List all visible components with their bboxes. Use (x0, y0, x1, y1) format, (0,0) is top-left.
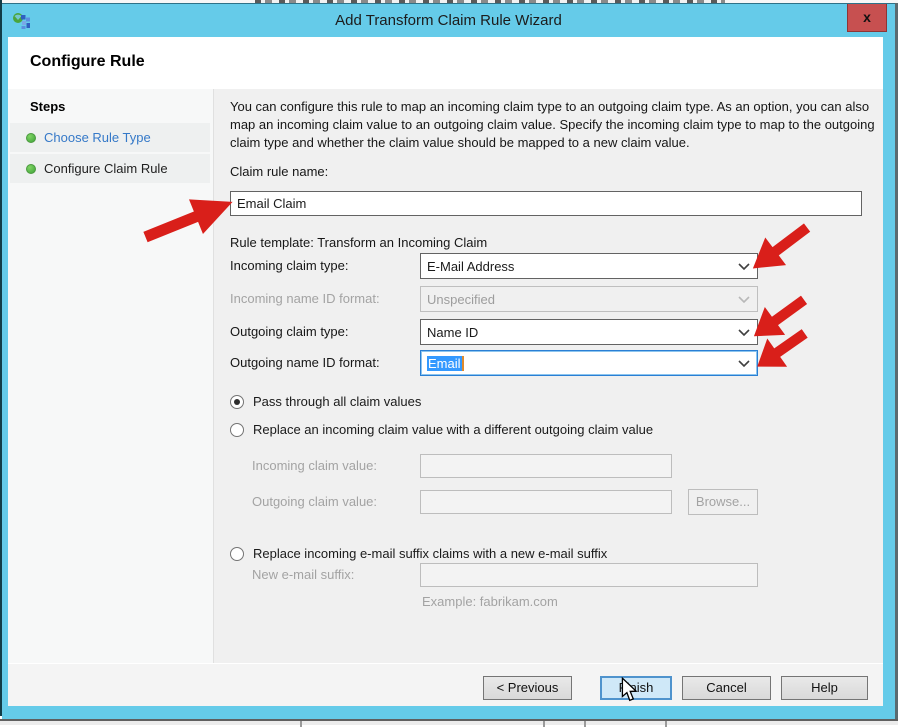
page-title: Configure Rule (30, 53, 145, 71)
incoming-claim-type-label: Incoming claim type: (230, 253, 349, 279)
background-column-line (543, 721, 545, 727)
outgoing-claim-type-label: Outgoing claim type: (230, 319, 349, 345)
radio-label: Pass through all claim values (253, 394, 421, 409)
new-email-suffix-input (420, 563, 758, 587)
wizard-footer: < Previous Finish Cancel Help (8, 663, 883, 706)
chevron-down-icon (738, 360, 750, 368)
radio-button-icon (230, 423, 244, 437)
new-email-suffix-label: New e-mail suffix: (252, 562, 354, 588)
radio-button-icon (230, 547, 244, 561)
sidebar-item-configure-claim-rule: Configure Claim Rule (10, 154, 210, 183)
claim-rule-name-label: Claim rule name: (230, 159, 328, 185)
outgoing-claim-type-combobox[interactable]: Name ID (420, 319, 758, 345)
dialog-border-bottom (2, 706, 895, 719)
radio-replace-email-suffix[interactable]: Replace incoming e-mail suffix claims wi… (230, 546, 607, 561)
radio-pass-through-all-claim-values[interactable]: Pass through all claim values (230, 394, 421, 409)
incoming-claim-value-label: Incoming claim value: (252, 453, 377, 479)
finish-button[interactable]: Finish (600, 676, 672, 700)
window-title: Add Transform Claim Rule Wizard (2, 12, 895, 29)
steps-sidebar: Steps Choose Rule Type Configure Claim R… (8, 89, 214, 663)
steps-heading: Steps (30, 99, 65, 114)
incoming-name-id-format-combobox: Unspecified (420, 286, 758, 312)
dialog-border-right (883, 37, 895, 706)
text-caret (462, 356, 464, 371)
radio-button-icon (230, 395, 244, 409)
chevron-down-icon (738, 329, 750, 337)
claim-rule-name-input[interactable] (230, 191, 862, 216)
previous-button[interactable]: < Previous (483, 676, 572, 700)
incoming-name-id-format-label: Incoming name ID format: (230, 286, 380, 312)
background-column-line (665, 721, 667, 727)
configure-rule-form: You can configure this rule to map an in… (214, 89, 883, 663)
cancel-button[interactable]: Cancel (682, 676, 771, 700)
outgoing-claim-value-input (420, 490, 672, 514)
step-completed-green-dot-icon (26, 164, 36, 174)
page-header: Configure Rule (8, 37, 883, 89)
background-column-line (300, 721, 302, 727)
close-x-icon: x (863, 9, 871, 25)
outgoing-name-id-format-label: Outgoing name ID format: (230, 350, 380, 376)
rule-description-text: You can configure this rule to map an in… (230, 98, 880, 152)
combobox-value: E-Mail Address (427, 259, 514, 274)
sidebar-item-choose-rule-type[interactable]: Choose Rule Type (10, 123, 210, 152)
incoming-claim-type-combobox[interactable]: E-Mail Address (420, 253, 758, 279)
browse-button: Browse... (688, 489, 758, 515)
step-label: Choose Rule Type (44, 130, 151, 145)
step-label: Configure Claim Rule (44, 161, 168, 176)
close-button[interactable]: x (847, 4, 887, 32)
outgoing-claim-value-label: Outgoing claim value: (252, 489, 377, 515)
chevron-down-icon (738, 296, 750, 304)
selected-combobox-text: Email (427, 356, 462, 371)
incoming-claim-value-input (420, 454, 672, 478)
radio-label: Replace incoming e-mail suffix claims wi… (253, 546, 607, 561)
combobox-value: Unspecified (427, 292, 495, 307)
radio-replace-incoming-claim-value[interactable]: Replace an incoming claim value with a d… (230, 422, 653, 437)
chevron-down-icon (738, 263, 750, 271)
outgoing-name-id-format-combobox[interactable]: Email (420, 350, 758, 376)
radio-label: Replace an incoming claim value with a d… (253, 422, 653, 437)
background-column-line (584, 721, 586, 727)
title-bar[interactable]: Add Transform Claim Rule Wizard x (2, 3, 895, 37)
help-button[interactable]: Help (781, 676, 868, 700)
email-suffix-example-text: Example: fabrikam.com (422, 594, 558, 609)
background-window-bottom-sliver (0, 719, 898, 725)
combobox-value: Name ID (427, 325, 478, 340)
step-completed-green-dot-icon (26, 133, 36, 143)
